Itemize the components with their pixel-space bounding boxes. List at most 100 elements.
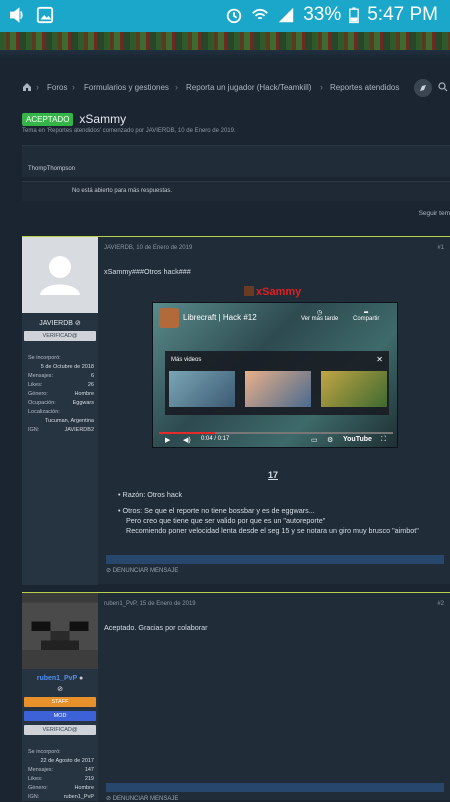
avatar[interactable] xyxy=(22,593,98,669)
thread-meta: Tema en 'Reportes atendidos' comenzado p… xyxy=(22,128,236,134)
stat-row: Se incorporó: xyxy=(28,749,94,755)
stat-label: Likes: xyxy=(28,776,43,782)
video-thumbnail[interactable] xyxy=(245,371,311,407)
video-progress[interactable] xyxy=(159,432,393,434)
flag-icon: ⊘ xyxy=(106,796,113,802)
post-number[interactable]: #1 xyxy=(437,245,444,251)
video-title[interactable]: Librecraft | Hack #12 xyxy=(183,313,257,322)
stat-label: IGN: xyxy=(28,794,40,800)
flag-icon: ⊘ xyxy=(106,568,113,574)
participant-name[interactable]: ThompThompson xyxy=(28,166,75,172)
separator-icon: › xyxy=(36,82,39,92)
username-text: JAVIERDB xyxy=(39,320,73,327)
stat-value: 6 xyxy=(90,373,94,379)
reason-text: Razón: Otros hack xyxy=(122,490,183,499)
captions-icon[interactable]: ▭ xyxy=(311,436,318,444)
post-date[interactable]: ruben1_PvP, 15 de Enero de 2019 xyxy=(104,601,196,607)
stat-row: Mensajes: 147 xyxy=(28,767,94,773)
separator-icon: › xyxy=(320,82,323,92)
post-text: Aceptado. Gracias por colaborar xyxy=(104,623,208,632)
stat-row: Localización: xyxy=(28,409,94,415)
alarm-icon xyxy=(227,8,242,24)
stat-row: Likes: 219 xyxy=(28,776,94,782)
player-name: xSammy xyxy=(244,286,301,298)
report-link[interactable]: ⊘ DENUNCIAR MENSAJE xyxy=(106,567,178,574)
breadcrumb-item[interactable]: Formularios y gestiones xyxy=(84,83,169,92)
close-icon[interactable]: ✕ xyxy=(376,355,383,364)
stat-row: Likes: 26 xyxy=(28,382,94,388)
stat-value: Tucuman, Argentina xyxy=(44,418,94,424)
number-link[interactable]: 17 xyxy=(268,470,278,480)
stat-label: Likes: xyxy=(28,382,43,388)
breadcrumb-item[interactable]: Reporta un jugador (Hack/Teamkill) xyxy=(186,83,311,92)
wifi-icon xyxy=(252,8,269,20)
battery-level: 33% xyxy=(303,4,342,25)
video-thumbnail[interactable] xyxy=(169,371,235,407)
breadcrumb-item[interactable]: Reportes atendidos xyxy=(330,83,399,92)
report-link[interactable]: ⊘ DENUNCIAR MENSAJE xyxy=(106,795,178,802)
bullet-other: • Otros: Se que el reporte no tiene boss… xyxy=(118,506,315,515)
stat-value: 26 xyxy=(87,382,94,388)
user-sidebar: JAVIERDB ⊘ VERIFICAD@ Se incorporó: 5 de … xyxy=(22,237,98,585)
stat-row: Mensajes: 6 xyxy=(28,373,94,379)
share-button[interactable]: ➦ Compartir xyxy=(353,309,379,322)
report-label: DENUNCIAR MENSAJE xyxy=(112,796,179,802)
username[interactable]: ruben1_PvP ● xyxy=(22,675,98,682)
home-icon[interactable] xyxy=(22,82,32,92)
stat-value: 5 de Octubre de 2018 xyxy=(40,364,94,370)
stat-label: Género: xyxy=(28,391,48,397)
video-player[interactable]: Librecraft | Hack #12 ◷ Ver más tarde ➦ Co… xyxy=(152,302,398,448)
volume-icon[interactable]: ◀) xyxy=(183,436,191,444)
progress-fill xyxy=(159,432,216,434)
youtube-logo[interactable]: YouTube xyxy=(343,436,372,443)
username-text: ruben1_PvP xyxy=(36,675,78,682)
settings-icon[interactable]: ⚙ xyxy=(327,436,333,444)
share-label: Compartir xyxy=(353,316,380,322)
stat-value: Eggwars xyxy=(72,400,94,406)
more-videos-panel: Más videos ✕ xyxy=(165,351,389,415)
signature-bar xyxy=(106,783,444,792)
status-bar: 33% 5:47 PM xyxy=(0,0,450,32)
separator-icon: › xyxy=(72,82,75,92)
signature-bar xyxy=(106,555,444,564)
volume-icon xyxy=(10,7,23,23)
stat-value: ruben1_PvP xyxy=(63,794,94,800)
clock-icon: ◷ xyxy=(317,310,323,316)
online-icon: ⊘ xyxy=(74,320,81,327)
bullet-reason: • Razón: Otros hack xyxy=(118,490,183,499)
stat-label: IGN: xyxy=(28,427,40,433)
battery-icon xyxy=(349,7,360,24)
status-icon: ⊘ xyxy=(57,686,63,693)
fullscreen-icon[interactable]: ⛶ xyxy=(381,436,386,444)
user-sidebar: ruben1_PvP ● ⊘ STAFF MOD VERIFICAD@ Se i… xyxy=(22,593,98,801)
channel-avatar[interactable] xyxy=(159,308,179,328)
player-name-text: xSammy xyxy=(256,286,302,298)
username[interactable]: JAVIERDB ⊘ xyxy=(22,319,98,327)
stat-row: Ocupación: Eggwars xyxy=(28,400,94,406)
post-date[interactable]: JAVIERDB, 10 de Enero de 2019 xyxy=(104,245,192,251)
stat-label: Mensajes: xyxy=(28,373,54,379)
watch-later-label: Ver más tarde xyxy=(301,316,339,322)
stat-label: Mensajes: xyxy=(28,767,54,773)
other-text: Otros: Se que el reporte no tiene bossba… xyxy=(122,506,315,515)
stat-label: Se incorporó: xyxy=(28,749,61,755)
compass-button[interactable] xyxy=(414,79,432,97)
video-time: 0:04 / 0:17 xyxy=(201,436,230,442)
stat-row: IGN: ruben1_PvP xyxy=(28,794,94,800)
post-number[interactable]: #2 xyxy=(437,601,444,607)
gallery-icon xyxy=(36,6,54,24)
follow-link[interactable]: Seguir tem xyxy=(419,210,450,217)
play-icon[interactable]: ▶ xyxy=(165,436,170,444)
search-icon[interactable] xyxy=(438,82,448,92)
stat-row: Se incorporó: xyxy=(28,355,94,361)
other-text-2: Pero creo que tiene que ser valido por q… xyxy=(126,516,326,525)
stat-row: IGN: JAVIERDB2 xyxy=(28,427,94,433)
clock: 5:47 PM xyxy=(367,4,438,25)
watch-later-button[interactable]: ◷ Ver más tarde xyxy=(301,309,338,322)
breadcrumb: › Foros › Formularios y gestiones › Repo… xyxy=(0,72,450,104)
stat-row: Género: Hombre xyxy=(28,785,94,791)
skeleton-face-icon xyxy=(22,593,98,669)
video-thumbnail[interactable] xyxy=(321,371,387,407)
breadcrumb-item[interactable]: Foros xyxy=(47,83,67,92)
avatar[interactable] xyxy=(22,237,98,313)
